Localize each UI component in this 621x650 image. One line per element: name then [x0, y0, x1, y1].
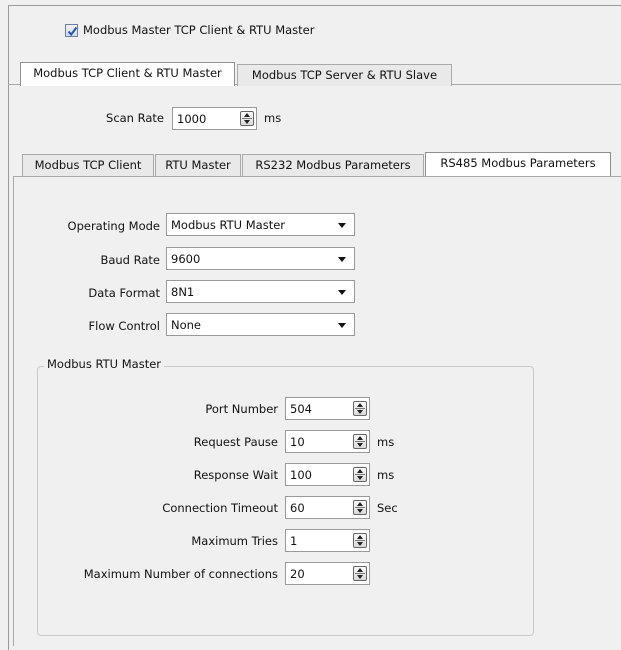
data-format-label: Data Format: [88, 286, 160, 300]
max-connections-spinbox[interactable]: 20: [285, 562, 370, 585]
tab-label: Modbus TCP Client: [34, 158, 142, 172]
response-wait-spinbox[interactable]: 100: [285, 463, 370, 486]
baud-rate-select[interactable]: 9600: [166, 247, 355, 270]
spin-arrows-icon[interactable]: [240, 111, 254, 126]
master-enable-checkbox[interactable]: [65, 24, 78, 37]
tab-rs232-modbus-parameters[interactable]: RS232 Modbus Parameters: [242, 154, 424, 176]
max-connections-label: Maximum Number of connections: [83, 567, 278, 581]
sub-tabbar-baseline: [13, 176, 621, 177]
scan-rate-unit: ms: [264, 111, 282, 125]
spin-arrows-icon[interactable]: [353, 401, 367, 416]
operating-mode-select[interactable]: Modbus RTU Master: [166, 213, 355, 236]
spin-arrows-icon[interactable]: [353, 434, 367, 449]
data-format-value: 8N1: [171, 285, 195, 299]
tab-label: RTU Master: [165, 158, 231, 172]
scan-rate-spinbox[interactable]: 1000: [172, 107, 257, 130]
operating-mode-label: Operating Mode: [67, 219, 160, 233]
master-enable-label: Modbus Master TCP Client & RTU Master: [83, 23, 315, 37]
tab-label: Modbus TCP Client & RTU Master: [33, 66, 222, 80]
tab-rs485-modbus-parameters[interactable]: RS485 Modbus Parameters: [425, 152, 611, 176]
maximum-tries-value: 1: [290, 534, 298, 548]
tab-label: Modbus TCP Server & RTU Slave: [251, 68, 438, 82]
response-wait-unit: ms: [377, 468, 395, 482]
chevron-down-icon: [338, 223, 346, 228]
chevron-down-icon: [338, 323, 346, 328]
baud-rate-value: 9600: [171, 252, 201, 266]
connection-timeout-value: 60: [290, 501, 305, 515]
request-pause-value: 10: [290, 435, 305, 449]
tab-label: RS232 Modbus Parameters: [255, 158, 411, 172]
port-number-label: Port Number: [205, 402, 278, 416]
flow-control-select[interactable]: None: [166, 313, 355, 336]
spin-arrows-icon[interactable]: [353, 566, 367, 581]
connection-timeout-unit: Sec: [377, 501, 398, 515]
flow-control-label: Flow Control: [88, 319, 160, 333]
connection-timeout-label: Connection Timeout: [162, 501, 278, 515]
spin-arrows-icon[interactable]: [353, 467, 367, 482]
spin-arrows-icon[interactable]: [353, 500, 367, 515]
maximum-tries-spinbox[interactable]: 1: [285, 529, 370, 552]
port-number-value: 504: [290, 402, 312, 416]
tab-label: RS485 Modbus Parameters: [440, 156, 596, 170]
tab-modbus-tcp-client-rtu-master[interactable]: Modbus TCP Client & RTU Master: [20, 62, 235, 86]
request-pause-unit: ms: [377, 435, 395, 449]
chevron-down-icon: [338, 290, 346, 295]
operating-mode-value: Modbus RTU Master: [171, 218, 286, 232]
chevron-down-icon: [338, 257, 346, 262]
request-pause-spinbox[interactable]: 10: [285, 430, 370, 453]
tab-modbus-tcp-client[interactable]: Modbus TCP Client: [22, 154, 154, 176]
response-wait-value: 100: [290, 468, 312, 482]
maximum-tries-label: Maximum Tries: [191, 534, 278, 548]
scan-rate-label: Scan Rate: [106, 111, 164, 125]
spin-arrows-icon[interactable]: [353, 533, 367, 548]
scan-rate-value: 1000: [177, 112, 207, 126]
request-pause-label: Request Pause: [193, 435, 278, 449]
flow-control-value: None: [171, 318, 202, 332]
port-number-spinbox[interactable]: 504: [285, 397, 370, 420]
checkmark-icon: [67, 26, 78, 37]
baud-rate-label: Baud Rate: [100, 253, 160, 267]
connection-timeout-spinbox[interactable]: 60: [285, 496, 370, 519]
data-format-select[interactable]: 8N1: [166, 280, 355, 303]
max-connections-value: 20: [290, 567, 305, 581]
response-wait-label: Response Wait: [193, 468, 278, 482]
tab-modbus-tcp-server-rtu-slave[interactable]: Modbus TCP Server & RTU Slave: [237, 64, 452, 86]
group-title: Modbus RTU Master: [44, 357, 165, 371]
tab-rtu-master[interactable]: RTU Master: [155, 154, 241, 176]
